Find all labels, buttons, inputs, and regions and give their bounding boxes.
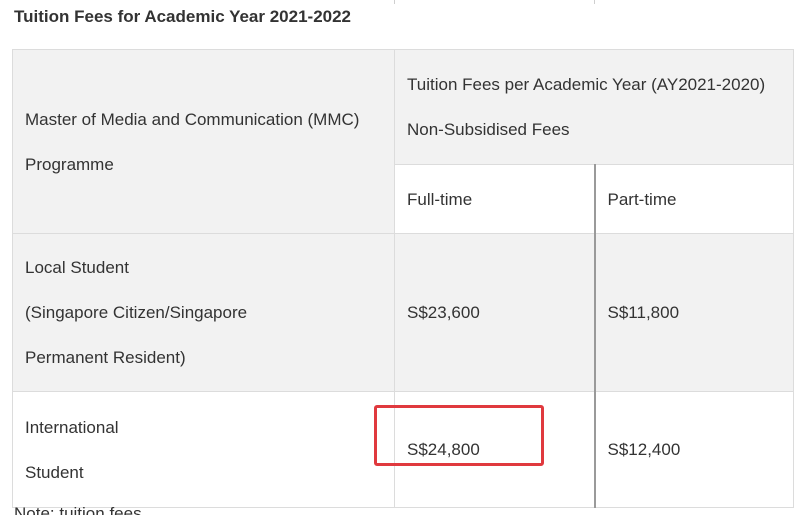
group-header-line: Tuition Fees per Academic Year (AY2021-2… [407,75,766,94]
row-label-line: Permanent Resident) [25,348,186,367]
page-title: Tuition Fees for Academic Year 2021-2022 [14,7,352,26]
column-header-full-time: Full-time [394,164,596,234]
corner-header-line: Programme [25,154,114,174]
international-part-time-fee: S$12,400 [594,391,794,508]
row-label-line: Local Student [25,258,129,277]
corner-header-cell: Master of Media and Communication (MMC) … [12,49,395,234]
top-border-tick [394,0,395,4]
corner-header-line: Master of Media and Communication (MMC) [25,109,360,129]
row-label-local-student: Local Student (Singapore Citizen/Singapo… [12,233,395,392]
row-label-international-student: International Student [12,391,395,508]
top-border-tick [594,0,595,4]
footnote-text: Note: tuition fees [14,504,142,515]
local-part-time-fee: S$11,800 [594,233,794,392]
local-full-time-fee: S$23,600 [394,233,596,392]
row-label-line: (Singapore Citizen/Singapore [25,303,248,322]
column-header-part-time: Part-time [594,164,794,234]
row-label-line: International [25,417,119,437]
row-label-line: Student [25,462,84,482]
group-header-line: Non-Subsidised Fees [407,120,570,139]
top-cut-table-border [0,0,808,4]
highlight-annotation-box [374,405,544,466]
group-header-cell: Tuition Fees per Academic Year (AY2021-2… [394,49,794,165]
